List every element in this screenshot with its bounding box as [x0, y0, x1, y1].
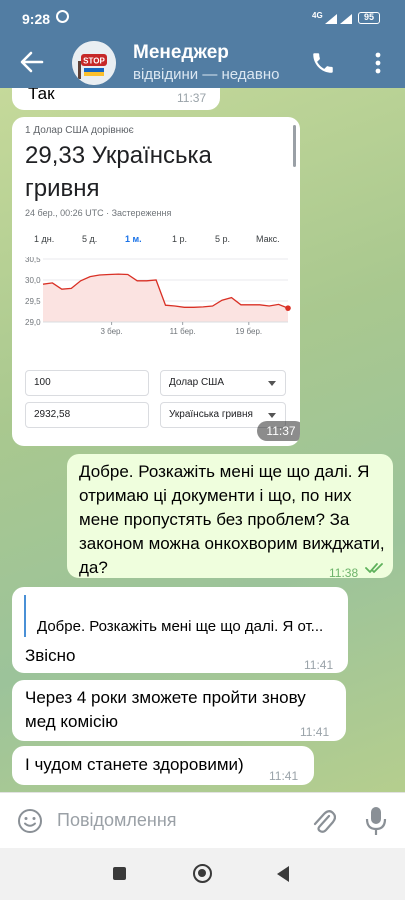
avatar[interactable]: STOP [72, 41, 116, 85]
message-time: 11:41 [304, 658, 334, 672]
status-bar: 9:28 4G 95 [0, 0, 405, 38]
double-check-icon [365, 563, 383, 573]
message-incoming[interactable]: Через 4 роки зможете пройти знову мед ко… [12, 680, 346, 741]
signal-icon [340, 14, 352, 24]
alarm-icon [56, 10, 69, 23]
currency-to-label: Українська гривня [169, 409, 253, 420]
currency-from-select: Долар США [160, 370, 286, 396]
message-text: Так [28, 88, 55, 103]
x-tick-label: 11 бер. [170, 327, 196, 336]
message-image[interactable]: 1 Долар США дорівнює 29,33 Українська гр… [12, 117, 300, 446]
y-tick-label: 29,5 [25, 297, 41, 306]
message-text: Звісно [25, 646, 76, 665]
network-label: 4G [312, 11, 323, 20]
message-time: 11:41 [300, 725, 330, 739]
message-time: 11:37 [257, 421, 300, 441]
reply-preview[interactable]: Добре. Розкажіть мені ще що далі. Я от..… [24, 595, 342, 637]
last-point [285, 305, 291, 311]
square-icon[interactable] [113, 867, 126, 880]
message-text: Через 4 роки зможете пройти знову мед ко… [25, 688, 306, 731]
system-nav-bar [0, 848, 405, 900]
period-tab: 5 д. [82, 234, 98, 244]
message-time: 11:37 [177, 91, 207, 105]
chat-title[interactable]: Менеджер [133, 42, 229, 64]
circle-icon[interactable] [193, 864, 212, 883]
period-tab: 5 р. [215, 234, 231, 244]
y-tick-label: 29,0 [25, 318, 41, 327]
period-tabs: 1 дн. 5 д. 1 м. 1 р. 5 р. Макс. [12, 234, 300, 254]
amount-to-field: 2932,58 [25, 402, 149, 428]
y-tick-label: 30,5 [25, 257, 41, 264]
smiley-icon[interactable] [17, 808, 43, 834]
microphone-icon[interactable] [364, 805, 388, 837]
arrow-left-icon[interactable] [18, 47, 46, 77]
currency-from-label: Долар США [169, 377, 225, 388]
image-scrollbar [293, 125, 296, 167]
battery-icon: 95 [358, 12, 380, 24]
message-time: 11:38 [329, 566, 359, 580]
message-incoming[interactable]: Так 11:37 [12, 88, 220, 110]
avatar-text: STOP [83, 57, 105, 66]
chat-subtitle: відвідини — недавно [133, 66, 280, 83]
converter-label: 1 Долар США дорівнює [25, 125, 134, 136]
converter-rate: 29,33 Українська гривня [25, 142, 212, 202]
message-input[interactable]: Повідомлення [57, 810, 177, 831]
period-tab: Макс. [256, 234, 280, 244]
y-tick-label: 30,0 [25, 276, 41, 285]
signal-icon [325, 14, 337, 24]
rate-chart: 30,5 30,0 29,5 29,0 3 бер. 11 бер. 19 бер. [25, 257, 291, 336]
period-tab: 1 р. [172, 234, 188, 244]
message-outgoing[interactable]: Добре. Розкажіть мені ще що далі. Я отри… [67, 454, 393, 580]
chevron-down-icon [268, 381, 276, 386]
amount-from-field: 100 [25, 370, 149, 396]
period-tab: 1 дн. [34, 234, 55, 244]
message-time: 11:41 [269, 769, 299, 783]
x-tick-label: 3 бер. [100, 327, 122, 336]
triangle-back-icon[interactable] [277, 866, 289, 882]
status-time: 9:28 [22, 11, 51, 27]
message-incoming[interactable]: І чудом станете здоровими) 11:41 [12, 746, 314, 785]
phone-icon[interactable] [310, 50, 336, 76]
paperclip-icon[interactable] [310, 806, 336, 836]
converter-date: 24 бер., 00:26 UTC · Застереження [25, 208, 172, 218]
stop-logo-icon: STOP [72, 41, 116, 85]
period-tab-selected: 1 м. [125, 234, 142, 244]
chat-header: STOP Менеджер відвідини — недавно [0, 38, 405, 88]
message-text: І чудом станете здоровими) [25, 755, 244, 774]
reply-text: Добре. Розкажіть мені ще що далі. Я от..… [37, 618, 324, 635]
chevron-down-icon [268, 413, 276, 418]
message-incoming[interactable]: Добре. Розкажіть мені ще що далі. Я от..… [12, 587, 348, 673]
message-composer: Повідомлення [0, 792, 405, 848]
kebab-menu-icon[interactable] [368, 50, 388, 76]
x-tick-label: 19 бер. [235, 327, 262, 336]
chat-history[interactable]: Так 11:37 1 Долар США дорівнює 29,33 Укр… [0, 88, 405, 792]
